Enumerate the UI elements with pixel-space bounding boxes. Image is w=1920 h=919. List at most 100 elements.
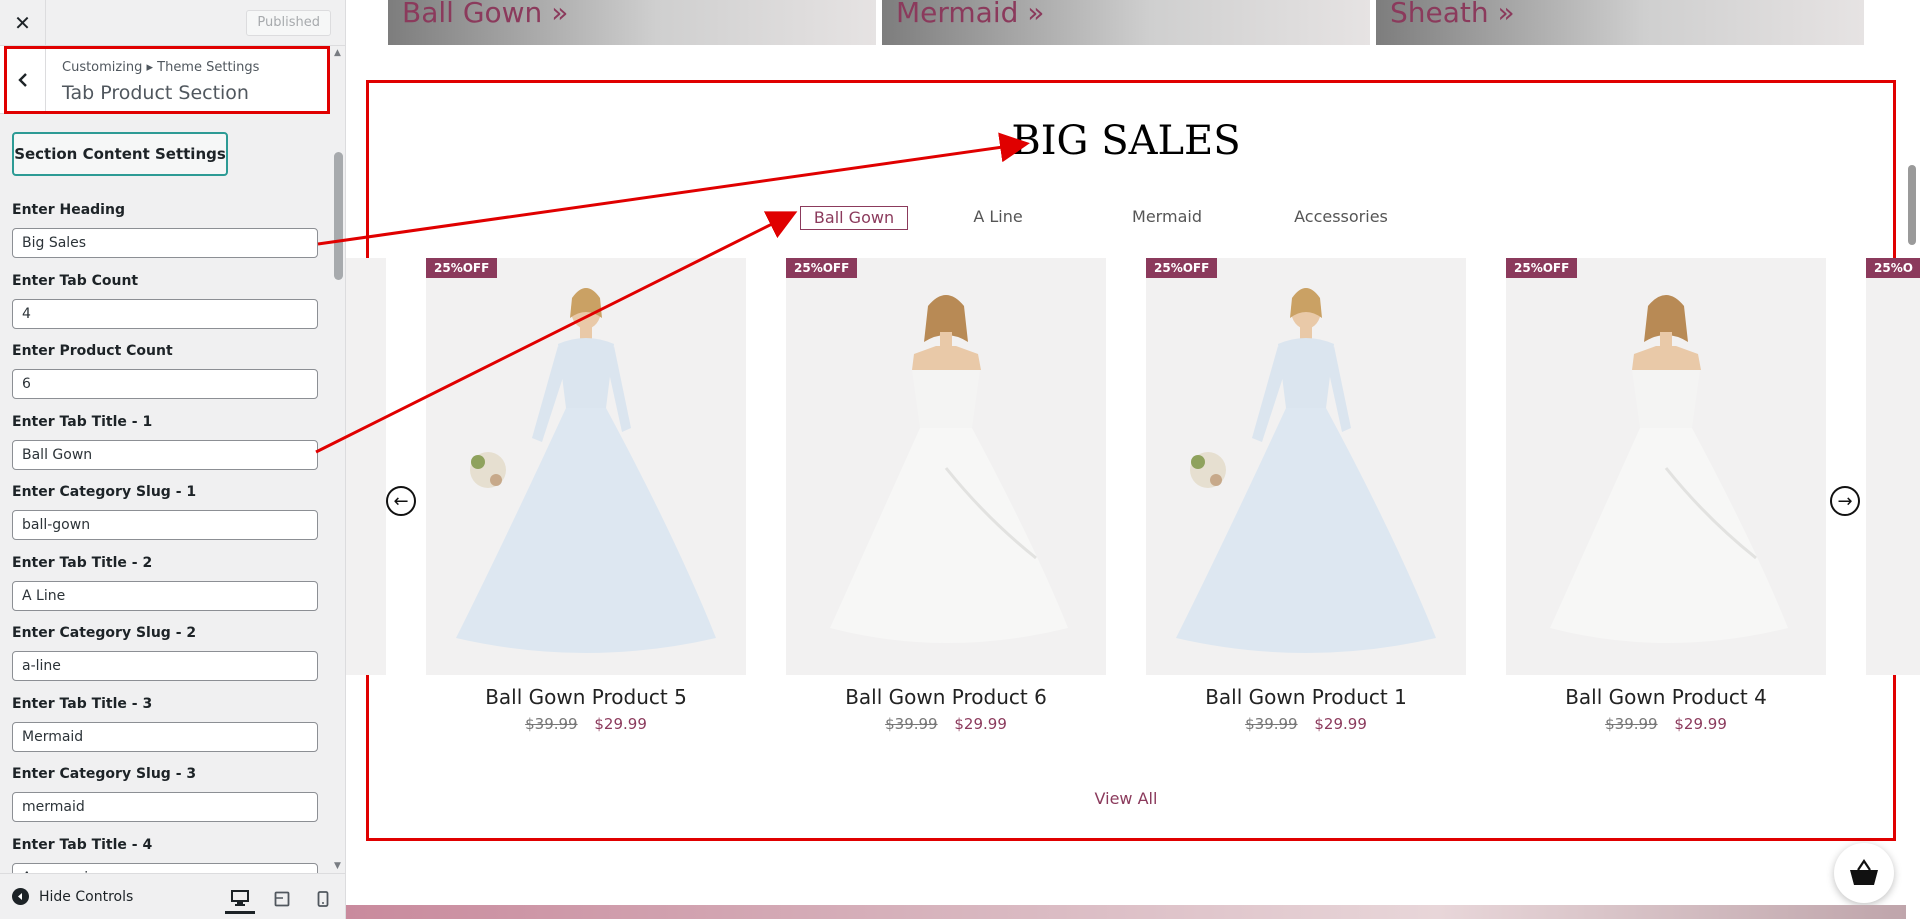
basket-icon: [1850, 859, 1878, 885]
banner-label: Mermaid »: [896, 0, 1045, 29]
old-price: $39.99: [1245, 715, 1298, 733]
tab-title-1-label: Enter Tab Title - 1: [12, 414, 153, 430]
close-button[interactable]: ✕: [0, 0, 46, 46]
product-price: $39.99 $29.99: [426, 715, 746, 733]
dress-image-strapless: [830, 295, 1068, 643]
product-count-input[interactable]: [12, 369, 318, 399]
tab-a-line[interactable]: A Line: [958, 206, 1038, 230]
tab-count-input[interactable]: [12, 299, 318, 329]
category-slug-1-label: Enter Category Slug - 1: [12, 484, 197, 500]
chevron-left-icon: [17, 73, 27, 87]
category-slug-3-label: Enter Category Slug - 3: [12, 766, 197, 782]
cart-button[interactable]: [1834, 843, 1894, 903]
section-heading: BIG SALES: [1011, 118, 1241, 164]
carousel-prev-button[interactable]: ←: [386, 486, 416, 516]
category-banner-ball-gown[interactable]: Ball Gown »: [388, 0, 876, 45]
product-title[interactable]: Ball Gown Product 6: [786, 685, 1106, 709]
tab-title-4-input[interactable]: [12, 863, 318, 873]
product-card[interactable]: 25%OFF Ball Gown Product 6 $39.99 $29.99: [786, 258, 1106, 733]
sale-price: $29.99: [1674, 715, 1727, 733]
product-card[interactable]: 25%OFF Ball Gown Product 1 $39.99 $29.99: [1146, 258, 1466, 733]
close-icon: ✕: [14, 11, 31, 35]
customizer-header: ✕ Published: [0, 0, 345, 46]
old-price: $39.99: [525, 715, 578, 733]
product-card[interactable]: 25%OFF Ball Gown Product 5 $39.99 $29.99: [426, 258, 746, 733]
customizer-sidebar: ✕ Published Customizing ▸ Theme Settings…: [0, 0, 346, 919]
scroll-down-icon[interactable]: ▼: [334, 861, 341, 871]
product-image[interactable]: 25%OFF: [1506, 258, 1826, 675]
site-preview: Ball Gown » Mermaid » Sheath » BIG SALES…: [346, 0, 1920, 919]
hide-controls-label: Hide Controls: [39, 888, 134, 905]
scroll-up-icon[interactable]: ▲: [334, 48, 341, 58]
banner-label: Ball Gown »: [402, 0, 569, 29]
section-header: Customizing ▸ Theme Settings Tab Product…: [0, 46, 330, 114]
category-slug-1-input[interactable]: [12, 510, 318, 540]
sale-price: $29.99: [1314, 715, 1367, 733]
published-button[interactable]: Published: [246, 10, 331, 36]
discount-badge: 25%OFF: [786, 258, 858, 278]
category-banner-mermaid[interactable]: Mermaid »: [882, 0, 1370, 45]
preview-scrollbar-thumb[interactable]: [1908, 165, 1916, 245]
category-slug-3-input[interactable]: [12, 792, 318, 822]
discount-badge: 25%OFF: [426, 258, 498, 278]
tab-ball-gown[interactable]: Ball Gown: [800, 206, 908, 230]
sale-price: $29.99: [594, 715, 647, 733]
product-image[interactable]: 25%OFF: [1146, 258, 1466, 675]
sidebar-scrollbar-thumb[interactable]: [334, 152, 343, 280]
heading-input[interactable]: [12, 228, 318, 258]
product-image[interactable]: 25%OFF: [786, 258, 1106, 675]
tab-title-1-input[interactable]: [12, 440, 318, 470]
collapse-icon: [12, 888, 29, 905]
view-all-link[interactable]: View All: [346, 789, 1906, 808]
tab-title-3-label: Enter Tab Title - 3: [12, 696, 153, 712]
customizer-footer: Hide Controls: [0, 873, 345, 919]
section-title: Tab Product Section: [62, 82, 249, 104]
next-section-banner: [346, 905, 1906, 919]
tab-title-4-label: Enter Tab Title - 4: [12, 837, 153, 853]
product-title[interactable]: Ball Gown Product 5: [426, 685, 746, 709]
product-price: $39.99 $29.99: [1146, 715, 1466, 733]
product-title[interactable]: Ball Gown Product 4: [1506, 685, 1826, 709]
discount-badge: 25%OFF: [1506, 258, 1578, 278]
tablet-icon: [274, 891, 290, 907]
old-price: $39.99: [885, 715, 938, 733]
product-price: $39.99 $29.99: [786, 715, 1106, 733]
desktop-icon: [231, 889, 249, 906]
discount-badge: 25%OFF: [1146, 258, 1218, 278]
product-title[interactable]: Ball Gown Product 1: [1146, 685, 1466, 709]
mobile-preview-button[interactable]: [308, 884, 338, 914]
dress-image-lace-bouquet: [456, 288, 716, 653]
product-image[interactable]: 25%OFF: [426, 258, 746, 675]
tab-title-3-input[interactable]: [12, 722, 318, 752]
category-banner-sheath[interactable]: Sheath »: [1376, 0, 1864, 45]
old-price: $39.99: [1605, 715, 1658, 733]
carousel-next-button[interactable]: →: [1830, 486, 1860, 516]
breadcrumb: Customizing ▸ Theme Settings: [62, 60, 260, 75]
dress-image-strapless: [1550, 295, 1788, 643]
tab-mermaid[interactable]: Mermaid: [1122, 206, 1212, 230]
product-card[interactable]: 25%OFF Ball Gown Product 4 $39.99 $29.99: [1506, 258, 1826, 733]
discount-badge: 25%O: [1866, 258, 1920, 278]
category-slug-2-input[interactable]: [12, 651, 318, 681]
banner-label: Sheath »: [1390, 0, 1515, 29]
tab-count-label: Enter Tab Count: [12, 273, 139, 289]
desktop-preview-button[interactable]: [225, 884, 255, 914]
hide-controls-button[interactable]: Hide Controls: [12, 888, 133, 905]
tab-accessories[interactable]: Accessories: [1286, 206, 1396, 230]
category-slug-2-label: Enter Category Slug - 2: [12, 625, 197, 641]
sale-price: $29.99: [954, 715, 1007, 733]
section-content-settings-button[interactable]: Section Content Settings: [12, 132, 228, 176]
product-count-label: Enter Product Count: [12, 343, 173, 359]
heading-label: Enter Heading: [12, 202, 125, 218]
product-card-partial[interactable]: [1866, 258, 1920, 675]
section-controls: Section Content Settings Enter Heading E…: [0, 116, 330, 873]
tab-title-2-label: Enter Tab Title - 2: [12, 555, 153, 571]
tab-title-2-input[interactable]: [12, 581, 318, 611]
back-button[interactable]: [0, 46, 46, 114]
product-price: $39.99 $29.99: [1506, 715, 1826, 733]
arrow-right-icon: →: [1837, 490, 1853, 512]
tablet-preview-button[interactable]: [267, 884, 297, 914]
mobile-icon: [317, 891, 329, 907]
product-card-partial[interactable]: [346, 258, 386, 675]
arrow-left-icon: ←: [393, 490, 409, 512]
